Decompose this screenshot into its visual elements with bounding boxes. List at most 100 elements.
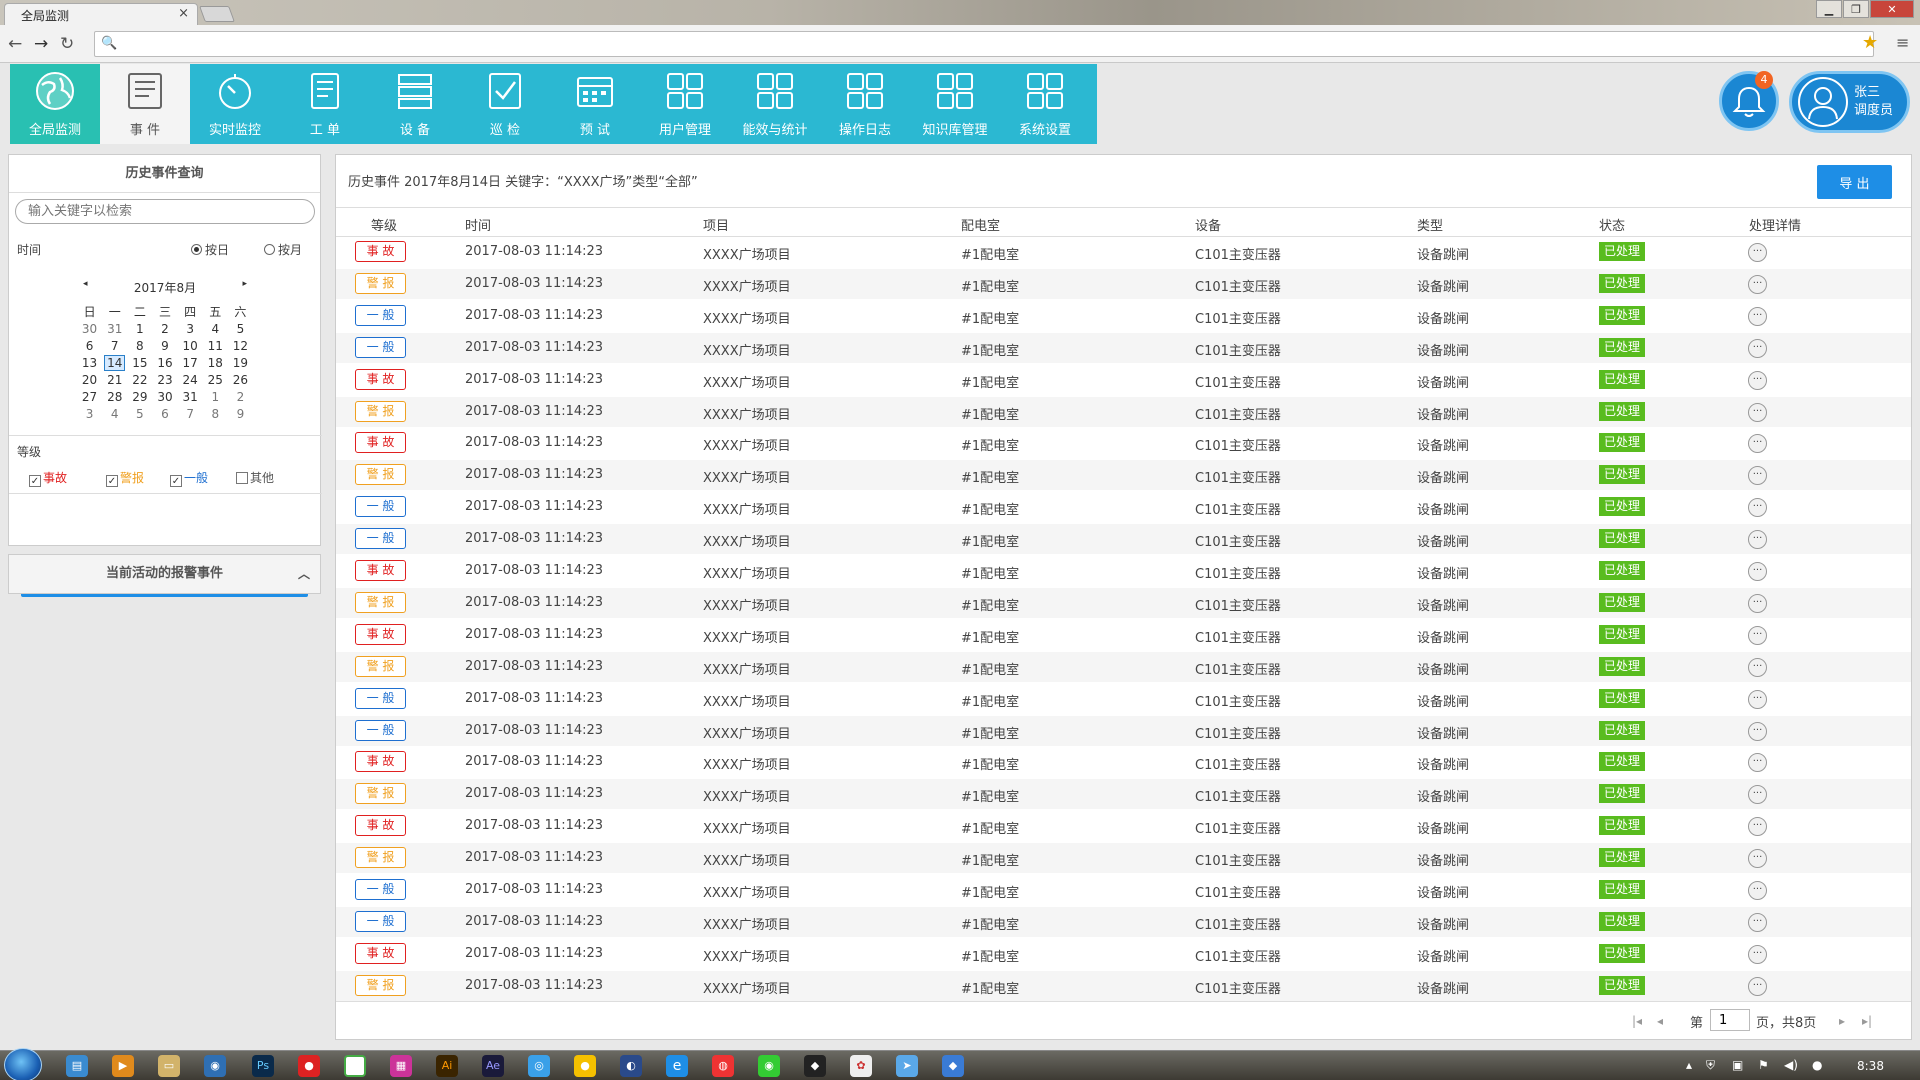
nav-item[interactable]: 预 试 (550, 64, 640, 144)
table-row[interactable]: 一 般 2017-08-03 11:14:23 XXXX广场项目 #1配电室 C101主… (336, 333, 1911, 363)
calendar-day[interactable]: 11 (203, 337, 228, 354)
calendar-day[interactable]: 16 (152, 354, 177, 371)
table-row[interactable]: 警 报 2017-08-03 11:14:23 XXXX广场项目 #1配电室 C101主… (336, 269, 1911, 299)
media-player-icon[interactable]: ▶ (112, 1055, 134, 1077)
forward-icon[interactable]: → (34, 34, 48, 54)
more-details-icon[interactable]: ··· (1748, 466, 1767, 485)
level-checkbox[interactable]: ✓ 事故 (29, 469, 67, 487)
table-row[interactable]: 警 报 2017-08-03 11:14:23 XXXX广场项目 #1配电室 C101主… (336, 971, 1911, 1001)
calendar-day[interactable]: 22 (127, 371, 152, 388)
edge-icon[interactable]: e (666, 1055, 688, 1077)
last-page-icon[interactable]: ▸| (1862, 1014, 1872, 1028)
table-row[interactable]: 一 般 2017-08-03 11:14:23 XXXX广场项目 #1配电室 C101主… (336, 684, 1911, 714)
by-month-radio[interactable]: 按月 (264, 241, 302, 258)
app-icon[interactable]: ◉ (758, 1055, 780, 1077)
table-row[interactable]: 一 般 2017-08-03 11:14:23 XXXX广场项目 #1配电室 C101主… (336, 301, 1911, 331)
next-month-icon[interactable]: ▸ (242, 279, 247, 289)
table-row[interactable]: 警 报 2017-08-03 11:14:23 XXXX广场项目 #1配电室 C101主… (336, 652, 1911, 682)
page-number-input[interactable] (1710, 1009, 1750, 1031)
calendar-day[interactable]: 30 (152, 388, 177, 405)
more-details-icon[interactable]: ··· (1748, 275, 1767, 294)
tray-app-icon[interactable]: ● (1812, 1058, 1822, 1072)
calendar-day[interactable]: 1 (203, 388, 228, 405)
more-details-icon[interactable]: ··· (1748, 403, 1767, 422)
first-page-icon[interactable]: |◂ (1632, 1014, 1642, 1028)
app-icon[interactable]: ◆ (804, 1055, 826, 1077)
browser-menu-icon[interactable]: ≡ (1896, 33, 1909, 52)
calendar-day[interactable]: 31 (102, 320, 127, 337)
calendar-day[interactable]: 31 (178, 388, 203, 405)
prev-month-icon[interactable]: ◂ (83, 279, 88, 289)
calendar-day[interactable]: 6 (77, 337, 102, 354)
minimize-icon[interactable]: ▁ (1816, 0, 1842, 18)
prev-page-icon[interactable]: ◂ (1657, 1014, 1663, 1028)
more-details-icon[interactable]: ··· (1748, 371, 1767, 390)
tray-expand-icon[interactable]: ▴ (1686, 1058, 1692, 1072)
table-row[interactable]: 警 报 2017-08-03 11:14:23 XXXX广场项目 #1配电室 C101主… (336, 460, 1911, 490)
app-icon[interactable]: ◍ (712, 1055, 734, 1077)
nav-item[interactable]: 事 件 (100, 64, 190, 144)
calendar-day[interactable]: 4 (203, 320, 228, 337)
table-row[interactable]: 一 般 2017-08-03 11:14:23 XXXX广场项目 #1配电室 C101主… (336, 907, 1911, 937)
url-input[interactable]: 🔍 (94, 31, 1874, 57)
tab-close-icon[interactable]: × (178, 6, 189, 21)
calendar-day[interactable]: 4 (102, 405, 127, 422)
level-checkbox[interactable]: ✓ 警报 (106, 469, 144, 487)
calendar-day[interactable]: 15 (127, 354, 152, 371)
export-button[interactable]: 导 出 (1817, 165, 1892, 199)
more-details-icon[interactable]: ··· (1748, 753, 1767, 772)
calendar-day[interactable]: 7 (102, 337, 127, 354)
start-button[interactable] (4, 1048, 42, 1080)
calendar-day[interactable]: 2 (228, 388, 253, 405)
calendar-day[interactable]: 9 (152, 337, 177, 354)
calendar-day[interactable]: 24 (178, 371, 203, 388)
more-details-icon[interactable]: ··· (1748, 817, 1767, 836)
calendar-day[interactable]: 13 (77, 354, 102, 371)
more-details-icon[interactable]: ··· (1748, 339, 1767, 358)
more-details-icon[interactable]: ··· (1748, 498, 1767, 517)
more-details-icon[interactable]: ··· (1748, 722, 1767, 741)
nav-item[interactable]: 用户管理 (640, 64, 730, 144)
by-day-radio[interactable]: 按日 (191, 241, 229, 258)
more-details-icon[interactable]: ··· (1748, 562, 1767, 581)
app-icon[interactable]: ▦ (390, 1055, 412, 1077)
more-details-icon[interactable]: ··· (1748, 881, 1767, 900)
app-icon[interactable]: ➤ (896, 1055, 918, 1077)
calendar-day[interactable]: 8 (203, 405, 228, 422)
table-row[interactable]: 事 故 2017-08-03 11:14:23 XXXX广场项目 #1配电室 C101主… (336, 811, 1911, 841)
app-icon[interactable]: ● (298, 1055, 320, 1077)
more-details-icon[interactable]: ··· (1748, 307, 1767, 326)
nav-item[interactable]: 工 单 (280, 64, 370, 144)
table-row[interactable]: 一 般 2017-08-03 11:14:23 XXXX广场项目 #1配电室 C101主… (336, 492, 1911, 522)
nav-item[interactable]: 能效与统计 (730, 64, 820, 144)
calendar-day[interactable]: 7 (178, 405, 203, 422)
search-input[interactable] (15, 199, 315, 224)
calendar-day[interactable]: 8 (127, 337, 152, 354)
nav-item[interactable]: 设 备 (370, 64, 460, 144)
chevron-up-icon[interactable]: ︿ (298, 555, 310, 593)
illustrator-icon[interactable]: Ai (436, 1055, 458, 1077)
calendar-day[interactable]: 29 (127, 388, 152, 405)
window-close-icon[interactable]: ✕ (1870, 0, 1914, 18)
calendar-day[interactable]: 12 (228, 337, 253, 354)
app-icon[interactable]: ◎ (528, 1055, 550, 1077)
level-checkbox[interactable]: ✓ 一般 (170, 469, 208, 487)
nav-item[interactable]: 全局监测 (10, 64, 100, 144)
table-row[interactable]: 一 般 2017-08-03 11:14:23 XXXX广场项目 #1配电室 C101主… (336, 716, 1911, 746)
more-details-icon[interactable]: ··· (1748, 530, 1767, 549)
photoshop-icon[interactable]: Ps (252, 1055, 274, 1077)
active-alarms-panel[interactable]: 当前活动的报警事件 ︿ (8, 554, 321, 594)
tray-flag-icon[interactable]: ⚑ (1758, 1058, 1769, 1072)
calendar-day[interactable]: 18 (203, 354, 228, 371)
browser-tab[interactable]: 全局监测 × (4, 3, 198, 25)
app-icon[interactable]: ◐ (620, 1055, 642, 1077)
more-details-icon[interactable]: ··· (1748, 594, 1767, 613)
more-details-icon[interactable]: ··· (1748, 945, 1767, 964)
app-icon[interactable]: ◆ (942, 1055, 964, 1077)
nav-item[interactable]: 知识库管理 (910, 64, 1000, 144)
more-details-icon[interactable]: ··· (1748, 690, 1767, 709)
calendar-day[interactable]: 26 (228, 371, 253, 388)
table-row[interactable]: 事 故 2017-08-03 11:14:23 XXXX广场项目 #1配电室 C101主… (336, 556, 1911, 586)
calendar-day[interactable]: 14 (102, 354, 127, 371)
table-row[interactable]: 事 故 2017-08-03 11:14:23 XXXX广场项目 #1配电室 C101主… (336, 237, 1911, 267)
